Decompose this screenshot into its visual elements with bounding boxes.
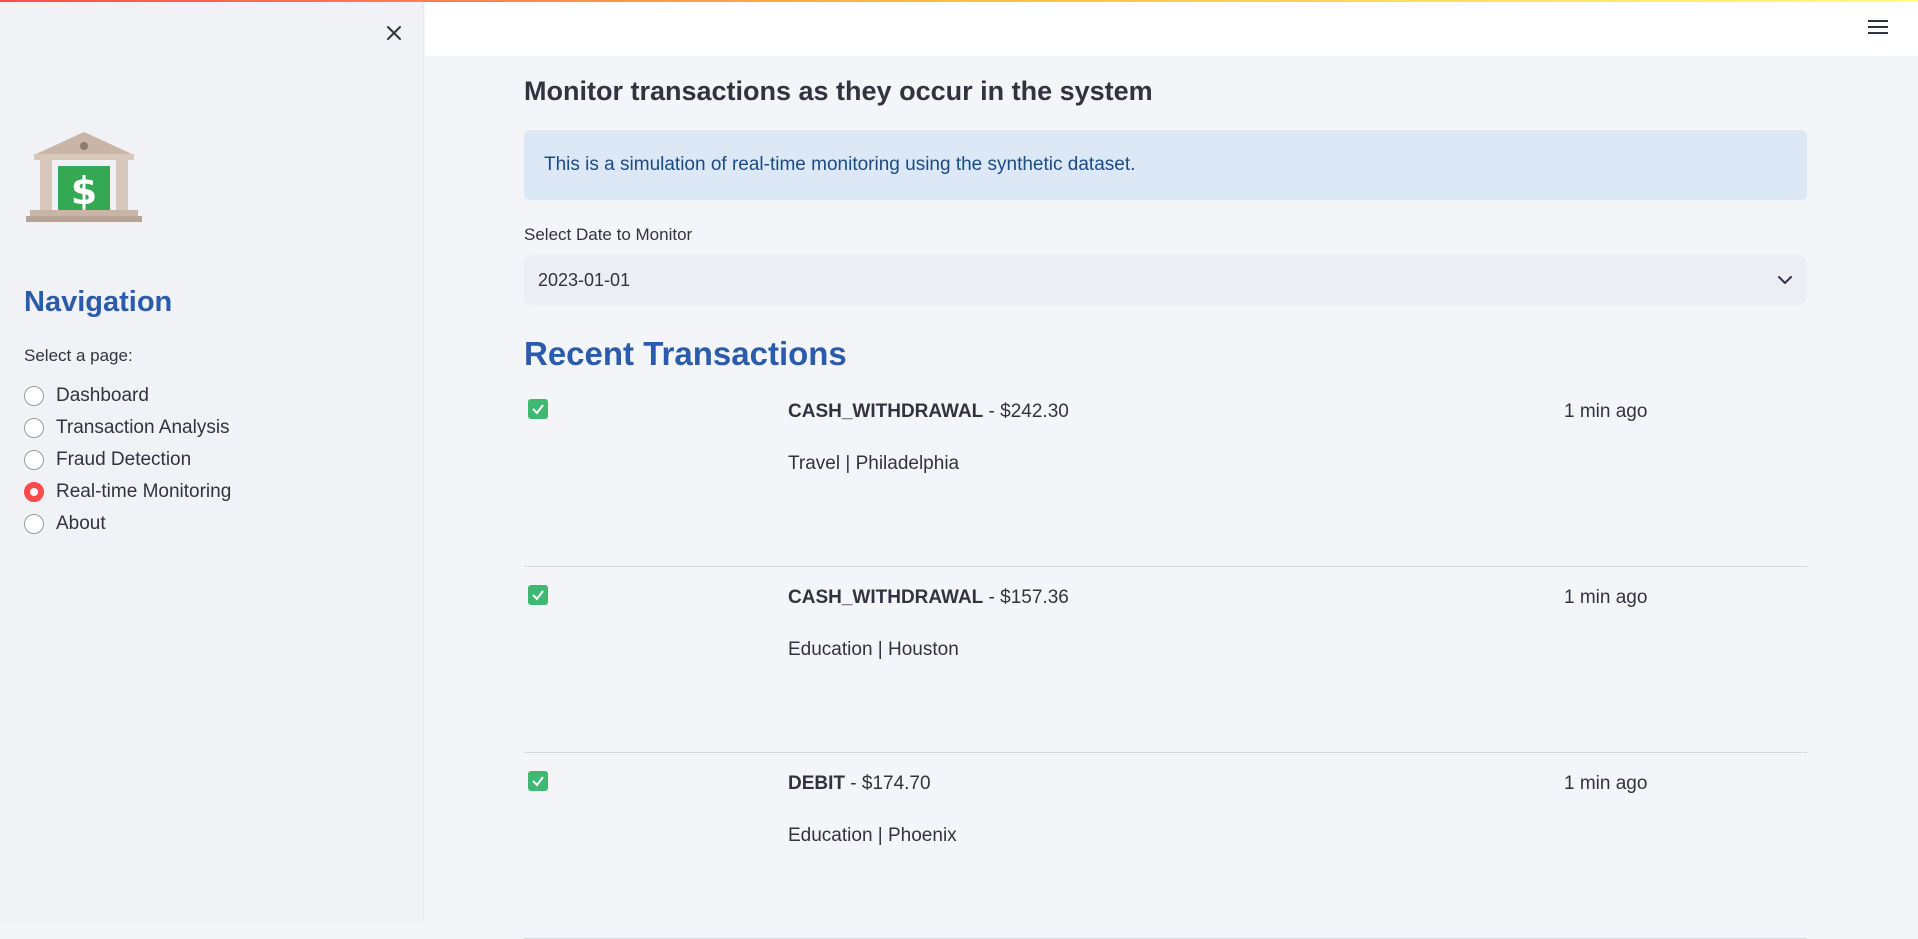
transaction-amount: - $174.70 xyxy=(845,773,931,794)
transaction-summary: DEBIT - $174.70 xyxy=(788,773,931,795)
date-select-dropdown[interactable]: 2023-01-01 xyxy=(524,255,1807,305)
radio-option-real-time-monitoring[interactable]: Real-time Monitoring xyxy=(24,476,231,508)
radio-label: Transaction Analysis xyxy=(56,417,230,438)
top-header xyxy=(425,0,1918,56)
transaction-type: CASH_WITHDRAWAL xyxy=(788,587,984,608)
transaction-row: DEBIT - $174.70 Education | Phoenix 1 mi… xyxy=(524,753,1807,939)
radio-option-fraud-detection[interactable]: Fraud Detection xyxy=(24,444,231,476)
date-select-value: 2023-01-01 xyxy=(538,269,631,290)
navigation-heading: Navigation xyxy=(24,286,173,318)
close-sidebar-button[interactable] xyxy=(381,20,407,46)
transaction-time: 1 min ago xyxy=(1564,587,1648,608)
radio-option-dashboard[interactable]: Dashboard xyxy=(24,380,231,412)
bank-dollar-icon: $ xyxy=(26,132,142,222)
transaction-list: CASH_WITHDRAWAL - $242.30 Travel | Phila… xyxy=(524,381,1807,939)
radio-button[interactable] xyxy=(24,450,44,470)
transaction-amount: - $157.36 xyxy=(983,587,1069,608)
radio-option-transaction-analysis[interactable]: Transaction Analysis xyxy=(24,412,231,444)
transaction-row: CASH_WITHDRAWAL - $242.30 Travel | Phila… xyxy=(524,381,1807,567)
transaction-time: 1 min ago xyxy=(1564,773,1648,794)
radio-label: Real-time Monitoring xyxy=(56,481,232,502)
svg-text:$: $ xyxy=(71,169,97,213)
transaction-time: 1 min ago xyxy=(1564,401,1648,422)
page-select-label: Select a page: xyxy=(24,346,133,365)
radio-option-about[interactable]: About xyxy=(24,508,231,540)
info-alert-text: This is a simulation of real-time monito… xyxy=(544,154,1136,175)
radio-button-selected[interactable] xyxy=(24,482,44,502)
check-icon xyxy=(528,771,548,791)
radio-button[interactable] xyxy=(24,514,44,534)
date-select-label: Select Date to Monitor xyxy=(524,225,693,244)
radio-button[interactable] xyxy=(24,418,44,438)
info-alert: This is a simulation of real-time monito… xyxy=(524,130,1807,200)
transaction-amount: - $242.30 xyxy=(983,401,1069,422)
page-subtitle: Monitor transactions as they occur in th… xyxy=(524,76,1153,106)
top-decoration-bar xyxy=(0,0,1918,2)
sidebar: $ Navigation Select a page: Dashboard Tr… xyxy=(0,0,424,923)
transaction-meta: Education | Phoenix xyxy=(788,825,957,846)
transaction-meta: Education | Houston xyxy=(788,639,959,660)
radio-label: About xyxy=(56,513,106,534)
hamburger-menu-icon[interactable] xyxy=(1868,20,1890,38)
recent-transactions-heading: Recent Transactions xyxy=(524,335,847,372)
check-icon xyxy=(528,585,548,605)
radio-button[interactable] xyxy=(24,386,44,406)
transaction-type: DEBIT xyxy=(788,773,845,794)
app-root: $ Navigation Select a page: Dashboard Tr… xyxy=(0,0,1918,939)
radio-label: Dashboard xyxy=(56,385,149,406)
check-icon xyxy=(528,399,548,419)
close-icon xyxy=(387,26,401,40)
transaction-meta: Travel | Philadelphia xyxy=(788,453,960,474)
transaction-type: CASH_WITHDRAWAL xyxy=(788,401,984,422)
transaction-summary: CASH_WITHDRAWAL - $157.36 xyxy=(788,587,1069,609)
radio-label: Fraud Detection xyxy=(56,449,192,470)
transaction-row: CASH_WITHDRAWAL - $157.36 Education | Ho… xyxy=(524,567,1807,753)
chevron-down-icon xyxy=(1778,276,1792,284)
transaction-summary: CASH_WITHDRAWAL - $242.30 xyxy=(788,401,1069,423)
page-radio-group: Dashboard Transaction Analysis Fraud Det… xyxy=(24,380,231,540)
